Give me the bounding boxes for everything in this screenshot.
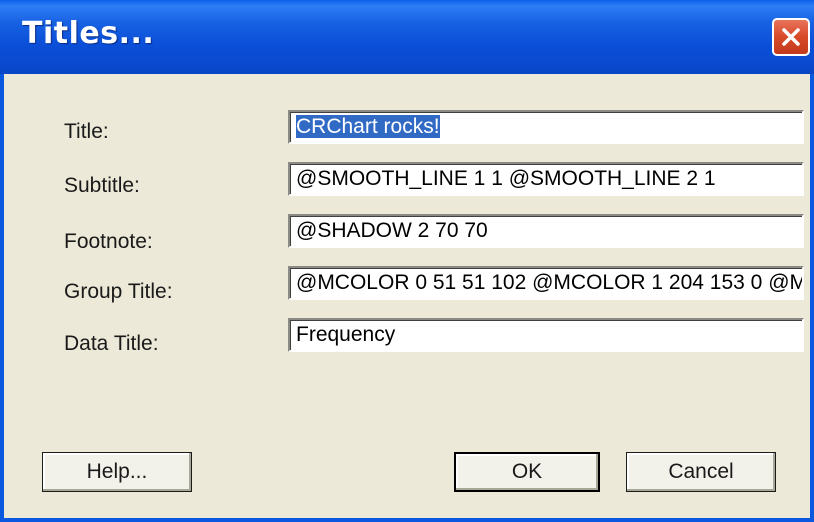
subtitle-label: Subtitle:: [64, 174, 140, 197]
data-title-input[interactable]: Frequency: [288, 318, 804, 352]
title-bar[interactable]: Titles...: [0, 0, 814, 74]
group-title-input[interactable]: @MCOLOR 0 51 51 102 @MCOLOR 1 204 153 0 …: [288, 266, 804, 300]
close-icon: [780, 26, 802, 48]
ok-button[interactable]: OK: [454, 452, 600, 492]
data-title-label: Data Title:: [64, 332, 159, 355]
help-button[interactable]: Help...: [42, 452, 192, 492]
title-input-value: CRChart rocks!: [296, 115, 440, 138]
subtitle-input[interactable]: @SMOOTH_LINE 1 1 @SMOOTH_LINE 2 1: [288, 162, 804, 196]
window-title: Titles...: [22, 16, 155, 51]
dialog-body: Title: CRChart rocks! Subtitle: @SMOOTH_…: [4, 74, 810, 518]
title-input[interactable]: CRChart rocks!: [288, 110, 804, 144]
titles-dialog: Titles... Title: CRChart rocks! Subtitle…: [0, 0, 814, 522]
title-label: Title:: [64, 120, 109, 143]
footnote-label: Footnote:: [64, 230, 153, 253]
group-title-label: Group Title:: [64, 280, 173, 303]
close-button[interactable]: [772, 18, 810, 56]
footnote-input[interactable]: @SHADOW 2 70 70: [288, 214, 804, 248]
cancel-button[interactable]: Cancel: [626, 452, 776, 492]
